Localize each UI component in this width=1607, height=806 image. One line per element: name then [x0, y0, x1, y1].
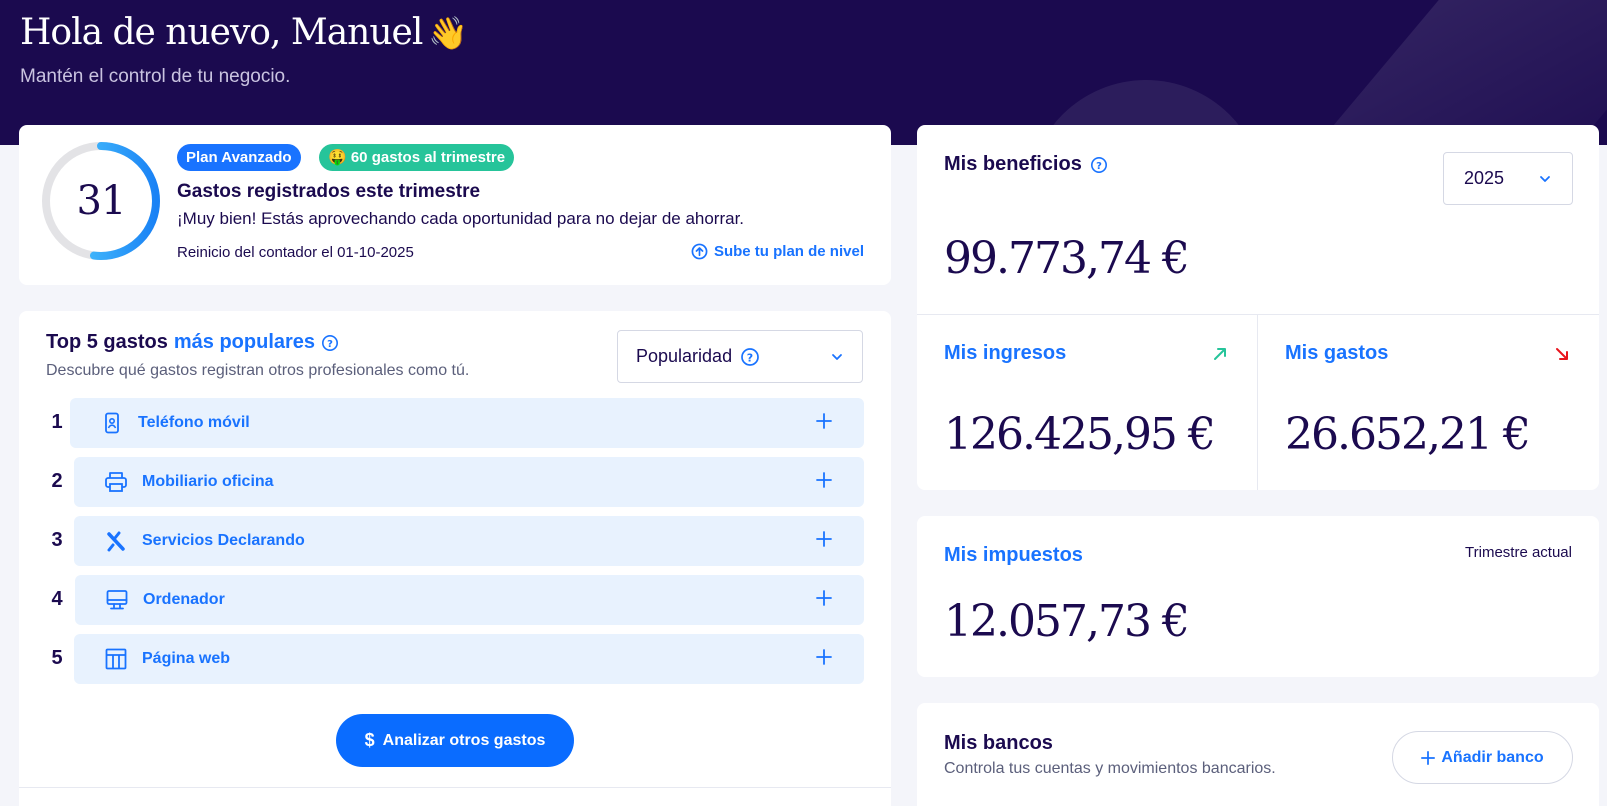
rank-number: 3 [51, 529, 63, 551]
taxes-period: Trimestre actual [1465, 544, 1572, 561]
computer-icon [105, 588, 129, 612]
help-icon[interactable]: ? [740, 347, 760, 367]
top-expenses-title: Top 5 gastos más populares ? [46, 331, 339, 354]
declarando-logo-icon [104, 529, 128, 553]
plus-icon[interactable] [816, 412, 832, 434]
add-bank-label: Añadir banco [1441, 748, 1544, 766]
expense-row-label: Mobiliario oficina [142, 473, 274, 490]
banks-card: Mis bancos Controla tus cuentas y movimi… [917, 703, 1599, 806]
expense-row-mobile-phone[interactable]: Teléfono móvil [70, 398, 864, 448]
divider [917, 314, 1599, 315]
sort-select[interactable]: Popularidad ? [617, 330, 863, 383]
benefits-title: Mis beneficios ? [944, 153, 1108, 176]
counter-title: Gastos registrados este trimestre [177, 181, 481, 202]
top-expenses-title-highlight: más populares [173, 331, 316, 353]
rank-number: 1 [51, 411, 63, 433]
expense-row-label: Servicios Declarando [142, 532, 305, 549]
add-bank-button[interactable]: Añadir banco [1392, 731, 1573, 784]
analyze-expenses-label: Analizar otros gastos [382, 731, 546, 749]
top-expenses-subtitle: Descubre qué gastos registran otros prof… [46, 362, 470, 379]
expense-row-website[interactable]: Página web [74, 634, 864, 684]
svg-text:?: ? [747, 351, 753, 364]
printer-icon [104, 470, 128, 494]
income-amount: 126.425,95 € [944, 409, 1216, 460]
greeting-text: Hola de nuevo, Manuel [20, 12, 423, 53]
benefits-card: Mis beneficios ? 2025 99.773,74 € Mis in… [917, 125, 1599, 490]
greeting-title: Hola de nuevo, Manuel 👋 [20, 12, 468, 53]
expense-row-label: Ordenador [143, 591, 225, 608]
top-expenses-card: Top 5 gastos más populares ? Descubre qu… [19, 311, 891, 806]
greeting-subtitle: Mantén el control de tu negocio. [20, 66, 291, 87]
benefits-amount: 99.773,74 € [944, 233, 1190, 284]
plus-icon [1421, 750, 1436, 765]
rank-number: 2 [51, 470, 63, 492]
plus-icon[interactable] [816, 589, 832, 611]
divider [1257, 314, 1258, 490]
plan-badge: Plan Avanzado [177, 144, 301, 171]
plus-icon[interactable] [816, 648, 832, 670]
help-icon[interactable]: ? [1090, 156, 1108, 174]
rank-number: 5 [51, 647, 63, 669]
counter-reset-date: Reinicio del contador el 01-10-2025 [177, 244, 414, 261]
upgrade-plan-label: Sube tu plan de nivel [713, 243, 864, 260]
expense-row-label: Teléfono móvil [138, 414, 250, 431]
mobile-phone-icon [100, 411, 124, 435]
chevron-down-icon [832, 353, 842, 360]
arrow-up-circle-icon [691, 243, 708, 260]
expense-counter-card: 31 Plan Avanzado 🤑 60 gastos al trimestr… [19, 125, 891, 285]
svg-text:?: ? [327, 339, 333, 350]
taxes-title: Mis impuestos [944, 544, 1083, 566]
taxes-card: Mis impuestos Trimestre actual 12.057,73… [917, 516, 1599, 677]
welcome-banner: Hola de nuevo, Manuel 👋 Mantén el control… [0, 0, 1607, 145]
year-select-value: 2025 [1464, 168, 1505, 188]
year-select[interactable]: 2025 [1443, 152, 1573, 205]
benefits-title-text: Mis beneficios [944, 153, 1082, 175]
banks-title: Mis bancos [944, 732, 1053, 754]
rank-number: 4 [51, 588, 63, 610]
dollar-icon: $ [364, 730, 375, 750]
help-icon[interactable]: ? [321, 334, 339, 352]
plus-icon[interactable] [816, 471, 832, 493]
counter-description: ¡Muy bien! Estás aprovechando cada oport… [177, 209, 745, 228]
income-title: Mis ingresos [944, 342, 1067, 364]
expense-row-computer[interactable]: Ordenador [75, 575, 864, 625]
arrow-up-right-icon [1214, 348, 1226, 360]
chevron-down-icon [1540, 175, 1550, 182]
expense-row-declarando-services[interactable]: Servicios Declarando [74, 516, 864, 566]
arrow-down-right-icon [1556, 348, 1568, 360]
plus-icon[interactable] [816, 530, 832, 552]
analyze-expenses-button[interactable]: $ Analizar otros gastos [336, 714, 574, 767]
decorative-stripe [1270, 0, 1607, 145]
expense-row-office-furniture[interactable]: Mobiliario oficina [74, 457, 864, 507]
taxes-amount: 12.057,73 € [944, 596, 1190, 647]
expenses-amount: 26.652,21 € [1285, 409, 1531, 460]
sort-select-value: Popularidad [636, 346, 733, 366]
divider [19, 787, 891, 788]
waving-hand-icon: 👋 [428, 14, 468, 52]
top-expenses-title-prefix: Top 5 gastos [46, 331, 168, 353]
expense-row-label: Página web [142, 650, 231, 667]
svg-text:?: ? [1096, 161, 1102, 172]
expenses-title: Mis gastos [1285, 342, 1389, 364]
web-layout-icon [104, 647, 128, 671]
banks-subtitle: Controla tus cuentas y movimientos banca… [944, 760, 1276, 777]
expense-count: 31 [76, 178, 127, 224]
upgrade-plan-link[interactable]: Sube tu plan de nivel [691, 243, 864, 260]
quota-badge: 🤑 60 gastos al trimestre [319, 144, 515, 171]
